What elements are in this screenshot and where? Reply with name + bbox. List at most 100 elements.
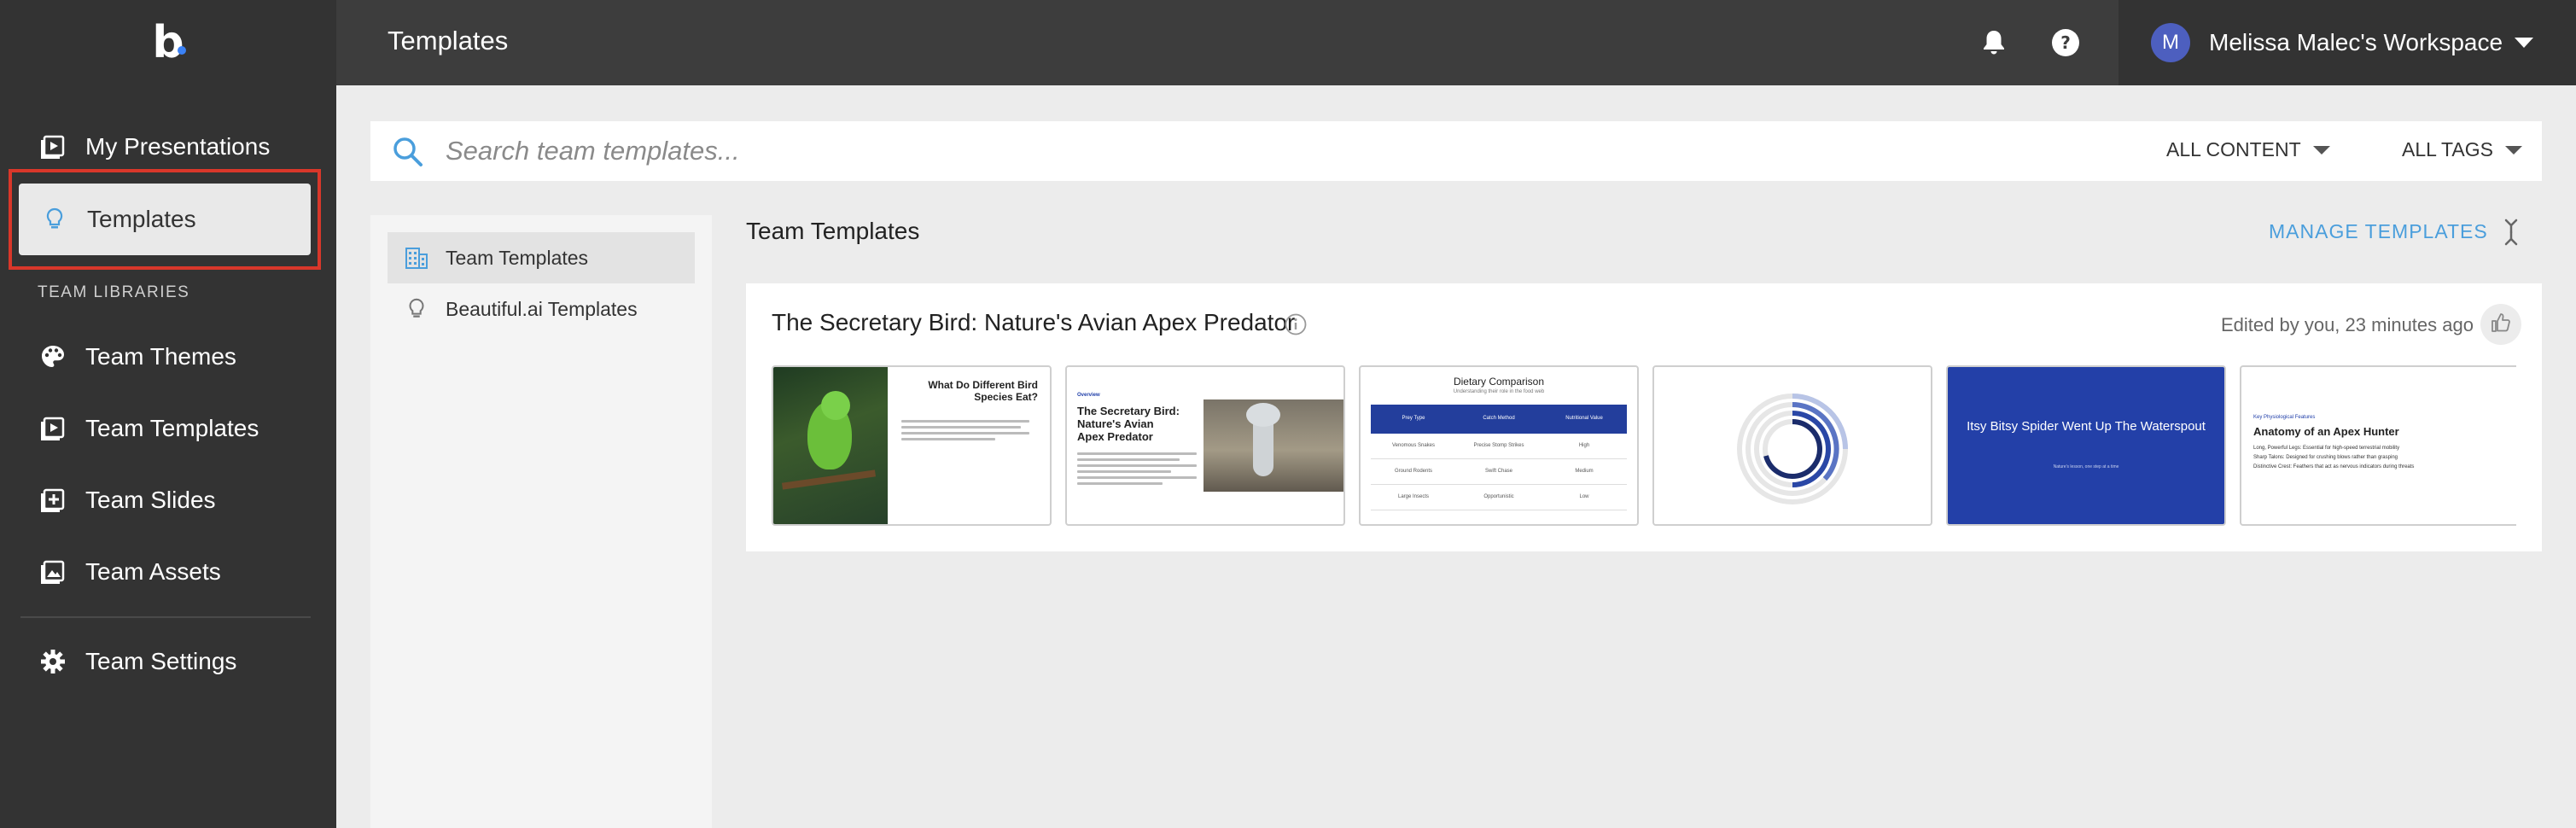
help-icon[interactable]: ? (2049, 26, 2083, 60)
building-icon (403, 244, 430, 271)
table-cell: Precise Stomp Strikes (1473, 443, 1524, 448)
section-title: Team Templates (746, 218, 920, 244)
search-input[interactable] (446, 131, 1811, 171)
sidebar-item-team-assets[interactable]: Team Assets (0, 536, 336, 608)
tags-filter-dropdown[interactable]: ALL TAGS (2402, 138, 2522, 161)
sidebar-item-templates[interactable]: Templates (19, 184, 311, 255)
slide-body-text (901, 420, 1038, 440)
slide-subtitle: Understanding their role in the food web (1453, 389, 1545, 394)
sidebar-item-team-themes[interactable]: Team Themes (0, 321, 336, 393)
slide-thumbnail[interactable]: What Do Different Bird Species Eat? (772, 365, 1052, 526)
panel-item-team-templates[interactable]: Team Templates (388, 232, 695, 283)
workspace-switcher[interactable]: M Melissa Malec's Workspace (2118, 0, 2576, 85)
slide-title: What Do Different Bird Species Eat? (928, 379, 1038, 403)
content-filter-label: ALL CONTENT (2166, 138, 2301, 160)
panel-item-label: Team Templates (446, 246, 589, 269)
sidebar-item-label: Templates (87, 206, 196, 232)
info-icon[interactable] (1284, 312, 1308, 336)
slide-bullet: Long, Powerful Legs: Essential for high-… (2253, 446, 2400, 451)
template-source-panel: Team Templates Beautiful.ai Templates (370, 215, 712, 828)
table-row: Ground Rodents Swift Chase Medium (1371, 459, 1627, 485)
workspace-name: Melissa Malec's Workspace (2209, 29, 2503, 55)
slide-overline: Overview (1077, 393, 1100, 398)
palette-icon (38, 341, 68, 372)
app-logo[interactable]: b (0, 0, 336, 85)
chevron-down-icon (2515, 38, 2533, 48)
avatar: M (2151, 23, 2190, 62)
slide-thumbnail[interactable]: Overview The Secretary Bird: Nature's Av… (1065, 365, 1345, 526)
slide-title: Dietary Comparison (1453, 376, 1545, 388)
slide-thumbnail[interactable] (1652, 365, 1932, 526)
svg-text:?: ? (2060, 32, 2071, 53)
slide-title: Itsy Bitsy Spider Went Up The Waterspout (1967, 419, 2206, 434)
logo-letter: b (152, 17, 184, 68)
template-card[interactable]: The Secretary Bird: Nature's Avian Apex … (746, 283, 2542, 551)
table-cell: Large Insects (1397, 494, 1430, 499)
sidebar-item-team-templates[interactable]: Team Templates (0, 393, 336, 464)
comparison-table: Prey Type Catch Method Nutritional Value… (1371, 405, 1627, 510)
parrot-photo (773, 367, 888, 524)
search-icon (389, 133, 427, 171)
panel-item-beautiful-templates[interactable]: Beautiful.ai Templates (388, 283, 695, 335)
table-header: Catch Method (1483, 416, 1515, 421)
slide-thumbnail-strip: What Do Different Bird Species Eat? Over… (772, 365, 2516, 528)
slide-bullet: Sharp Talons: Designed for crushing blow… (2253, 455, 2398, 460)
collapse-icon[interactable] (2496, 217, 2526, 248)
sidebar-item-label: Team Templates (85, 415, 259, 441)
caret-down-icon (2312, 145, 2330, 155)
lightbulb-icon (403, 295, 430, 323)
manage-templates-link[interactable]: MANAGE TEMPLATES (2269, 220, 2488, 243)
content-filter-dropdown[interactable]: ALL CONTENT (2166, 138, 2330, 161)
sidebar-item-label: Team Assets (85, 558, 221, 585)
page-title: Templates (388, 26, 509, 55)
slide-thumbnail[interactable]: Key Physiological Features Anatomy of an… (2240, 365, 2516, 526)
image-icon (38, 557, 68, 587)
search-bar: ALL CONTENT ALL TAGS (370, 121, 2542, 181)
section-label-team-libraries: TEAM LIBRARIES (38, 283, 190, 301)
table-cell: Swift Chase (1484, 469, 1512, 474)
caret-down-icon (2504, 145, 2522, 155)
top-header: Templates ? M Melissa Malec's Workspace (336, 0, 2576, 85)
table-header: Prey Type (1402, 416, 1425, 421)
table-cell: Low (1579, 494, 1589, 499)
table-row: Large Insects Opportunistic Low (1371, 485, 1627, 510)
table-cell: Venomous Snakes (1391, 443, 1436, 448)
table-cell: Opportunistic (1483, 494, 1514, 499)
sidebar: b My Presentations Templates TEAM LIBRAR… (0, 0, 336, 828)
lightbulb-icon (39, 204, 70, 235)
play-square-icon (38, 131, 68, 162)
table-row: Venomous Snakes Precise Stomp Strikes Hi… (1371, 434, 1627, 459)
gear-icon (38, 646, 68, 677)
slide-bullets: Long, Powerful Legs: Essential for high-… (2253, 446, 2458, 474)
sidebar-item-team-slides[interactable]: Team Slides (0, 464, 336, 536)
edited-timestamp: Edited by you, 23 minutes ago (2221, 314, 2474, 335)
logo-dot (178, 46, 186, 55)
slide-overline: Key Physiological Features (2253, 415, 2316, 420)
secretary-bird-photo (1203, 399, 1343, 492)
tags-filter-label: ALL TAGS (2402, 138, 2493, 160)
slide-title: The Secretary Bird: Nature's Avian Apex … (1077, 405, 1180, 443)
table-cell: Medium (1575, 469, 1594, 474)
slide-thumbnail[interactable]: Itsy Bitsy Spider Went Up The Waterspout… (1946, 365, 2226, 526)
radial-chart-graphic (1737, 394, 1848, 504)
add-slide-icon (38, 485, 68, 516)
sidebar-item-team-settings[interactable]: Team Settings (0, 626, 336, 697)
sidebar-item-label: Team Themes (85, 343, 236, 370)
slide-thumbnail[interactable]: Dietary Comparison Understanding their r… (1359, 365, 1639, 526)
table-cell: Ground Rodents (1394, 469, 1433, 474)
like-button[interactable] (2480, 304, 2521, 345)
slide-title: Anatomy of an Apex Hunter (2253, 425, 2399, 438)
sidebar-item-label: My Presentations (85, 133, 271, 160)
slide-subtitle: Nature's lesson, one step at a time (2053, 464, 2119, 469)
notifications-bell-icon[interactable] (1977, 26, 2011, 60)
table-cell: High (1578, 443, 1590, 448)
panel-item-label: Beautiful.ai Templates (446, 297, 638, 320)
sidebar-divider (20, 616, 311, 618)
slide-bullets (1077, 452, 1197, 488)
table-header: Nutritional Value (1565, 416, 1603, 421)
template-title: The Secretary Bird: Nature's Avian Apex … (772, 309, 1296, 335)
thumbs-up-icon (2490, 312, 2512, 338)
play-square-icon (38, 413, 68, 444)
sidebar-item-label: Team Slides (85, 487, 216, 513)
sidebar-item-label: Team Settings (85, 648, 237, 674)
